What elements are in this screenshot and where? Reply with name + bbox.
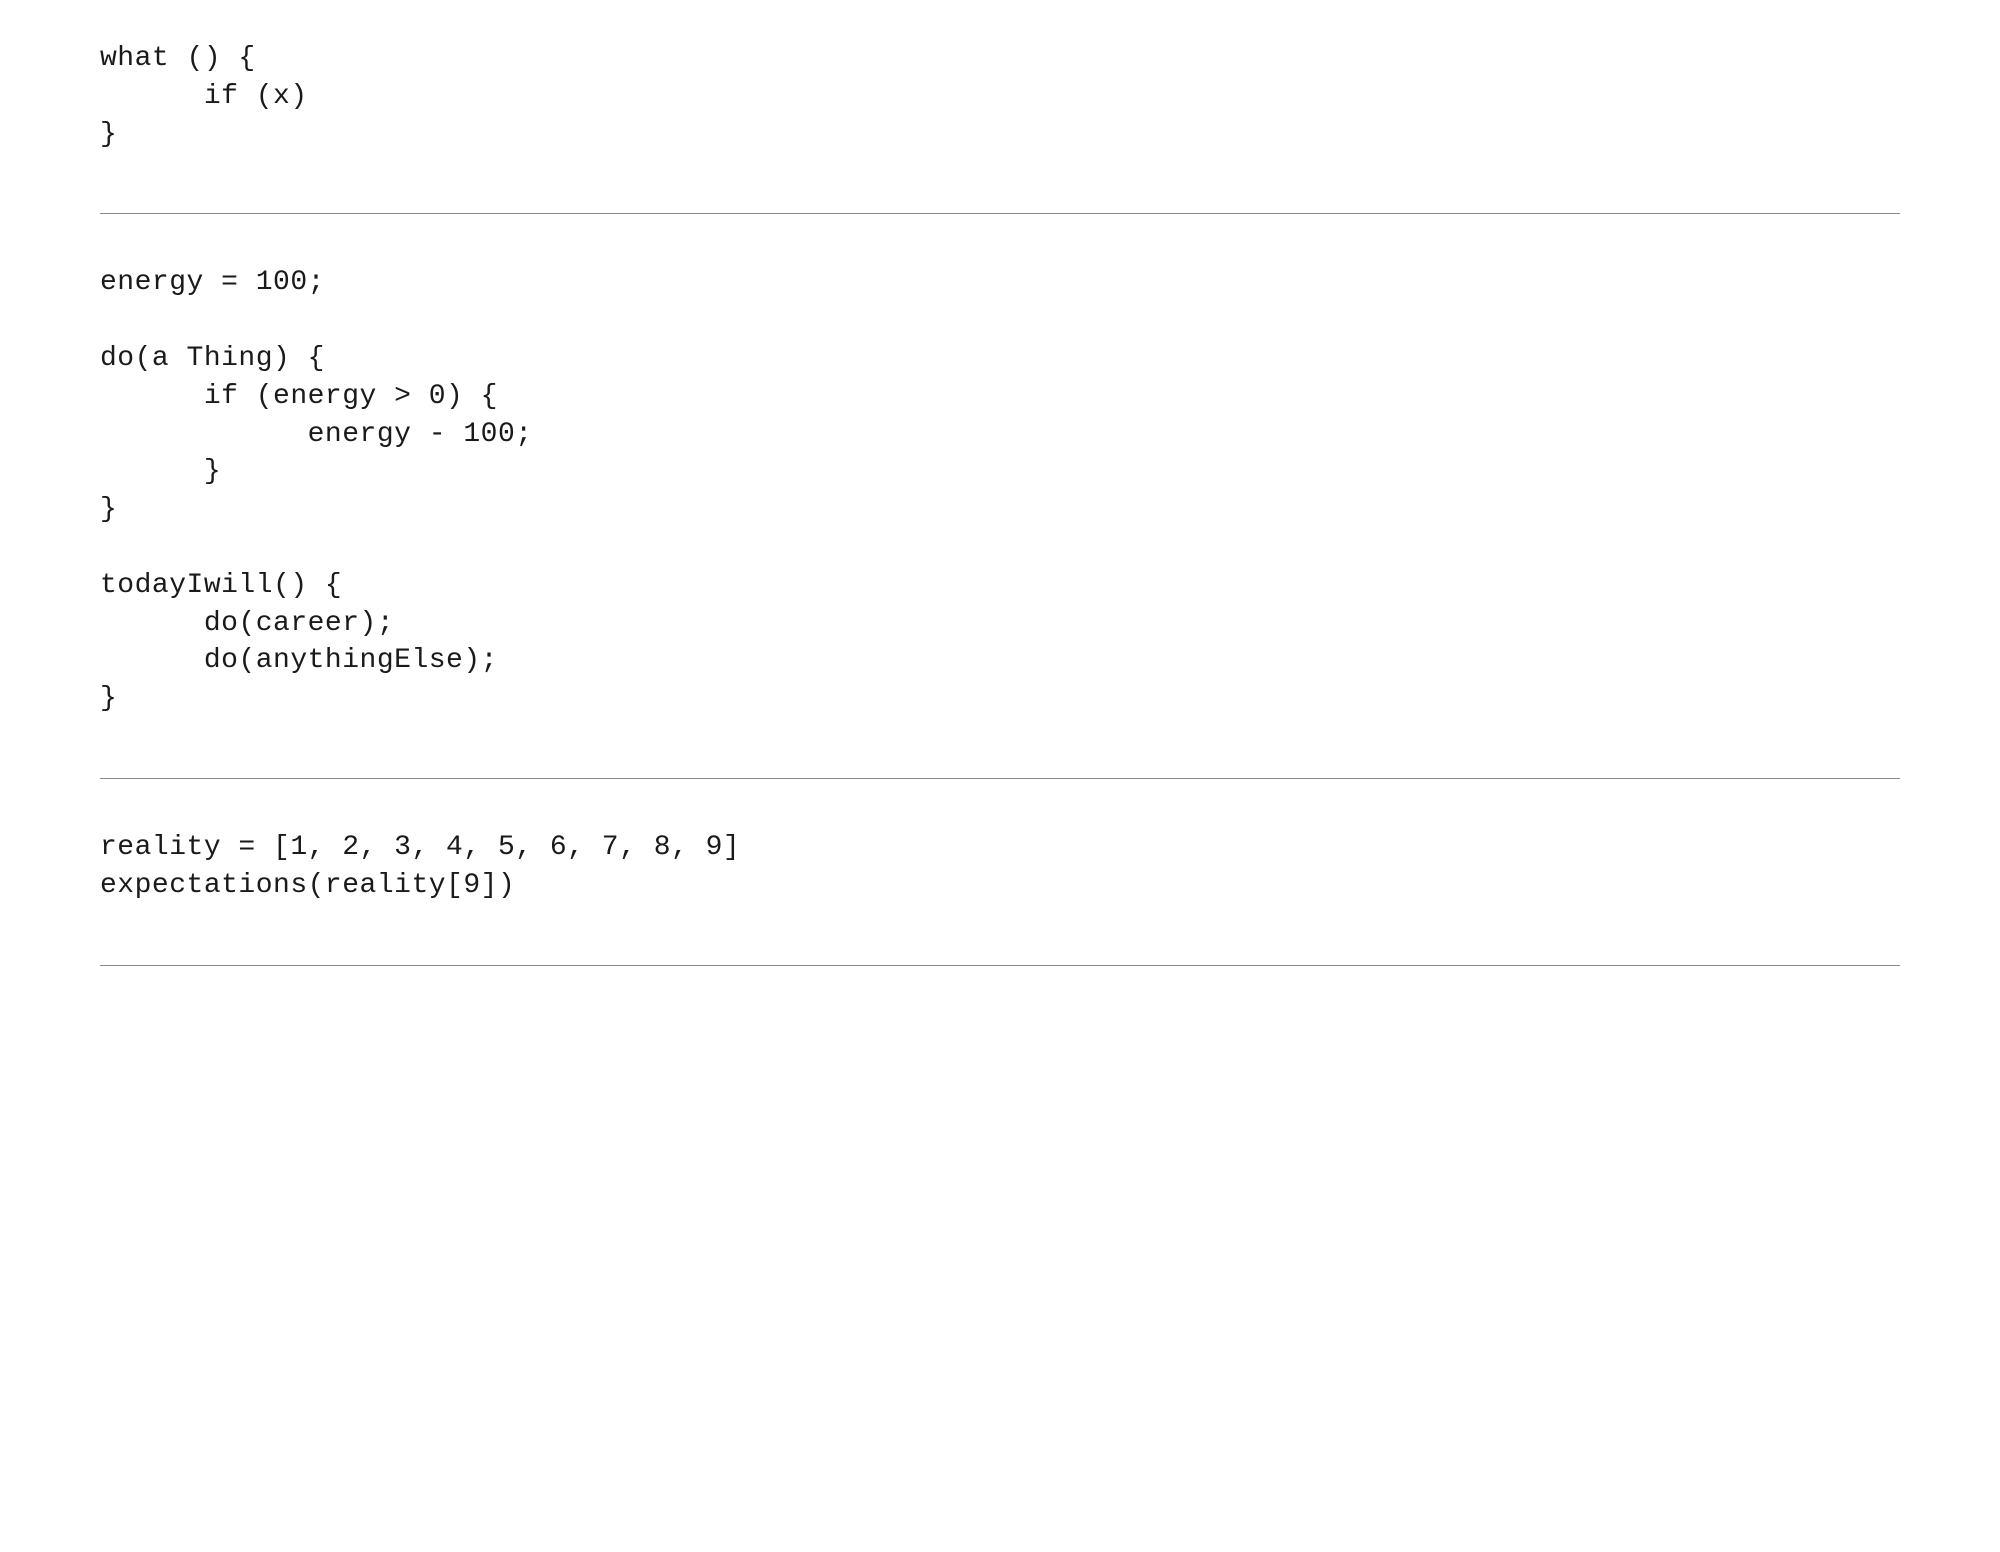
page-container: what () { if (x) } energy = 100; do(a Th… — [0, 40, 2000, 966]
divider-3 — [100, 965, 1900, 966]
code-block-2: energy = 100; do(a Thing) { if (energy >… — [100, 264, 1900, 718]
code-block-1: what () { if (x) } — [100, 40, 1900, 153]
divider-1 — [100, 213, 1900, 214]
divider-2 — [100, 778, 1900, 779]
code-block-3: reality = [1, 2, 3, 4, 5, 6, 7, 8, 9] ex… — [100, 829, 1900, 905]
